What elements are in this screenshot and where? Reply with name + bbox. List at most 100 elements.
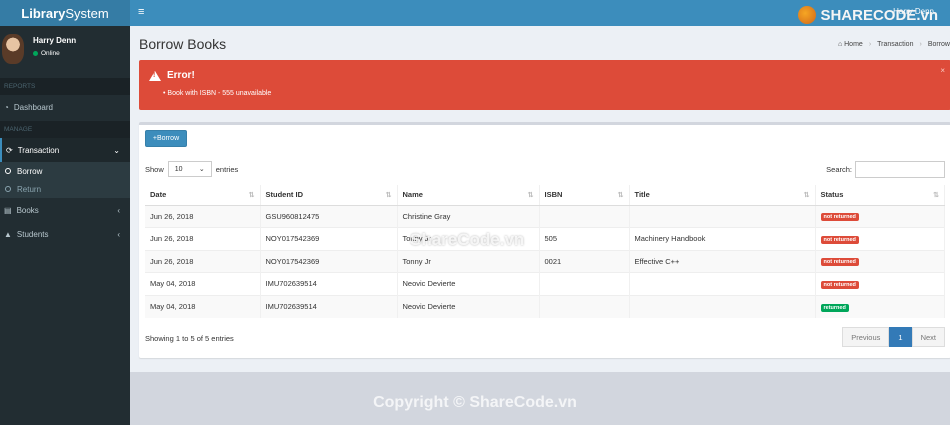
cell-status: not returned [815,204,945,228]
page-title: Borrow Books [139,36,227,52]
sidebar-item-transaction[interactable]: ⟳ Transaction ⌄ [0,138,130,162]
cell-status: not returned [815,249,945,273]
breadcrumb-home-label: Home [844,41,863,48]
sidebar-item-label: Borrow [17,166,43,176]
sort-icon: ⇅ [617,192,624,199]
column-header-title[interactable]: Title ⇅ [629,185,816,206]
breadcrumb-separator: › [868,41,872,48]
cell-title [629,272,816,295]
cell-date: Jun 26, 2018 [145,249,261,273]
breadcrumb-transaction[interactable]: Transaction [877,41,913,48]
chevron-down-icon: ⌄ [198,166,205,173]
transaction-submenu: Borrow Return [0,162,130,198]
entries-select[interactable]: 10 ⌄ [167,161,212,177]
table-row: May 04, 2018 IMU702639514 Neovic Deviert… [145,294,945,318]
graduation-cap-icon: ▲ [4,229,12,239]
entries-label: entries [215,164,239,174]
previous-page-button[interactable]: Previous [842,327,890,347]
cell-name: Christine Gray [397,204,540,228]
chevron-left-icon: ‹ [117,205,120,215]
column-label: Title [634,190,650,200]
table-row: May 04, 2018 IMU702639514 Neovic Deviert… [145,272,945,295]
cell-name: Tonny Jr [397,249,540,273]
sort-icon: ⇅ [933,192,939,199]
cell-student-id: IMU702639514 [260,272,398,295]
sidebar-item-books[interactable]: ▤ Books ‹ [0,198,130,222]
dashboard-icon: ◔ [4,102,9,112]
column-label: ISBN [544,190,563,200]
borrow-button[interactable]: +Borrow [145,130,187,147]
sidebar-item-borrow[interactable]: Borrow [0,162,130,180]
error-alert: Error! • Book with ISBN - 555 unavailabl… [139,60,950,110]
next-page-button[interactable]: Next [911,327,945,347]
cell-date: Jun 26, 2018 [145,227,261,250]
user-status-label: Online [41,50,60,57]
sidebar-item-label: Transaction [17,145,60,155]
cell-student-id: IMU702639514 [260,294,398,318]
cell-isbn [539,294,630,318]
column-header-student-id[interactable]: Student ID ⇅ [260,185,398,206]
menu-toggle-icon[interactable]: ≡ [138,6,144,18]
cell-name: Neovic Devierte [397,272,540,295]
app-logo[interactable]: Library System [0,0,130,26]
breadcrumb-separator: › [919,41,922,48]
breadcrumb-home[interactable]: ⌂ Home [838,41,863,48]
close-icon[interactable]: × [940,66,945,75]
cell-title: Effective C++ [629,249,816,273]
cell-isbn [539,272,630,295]
avatar [2,34,24,64]
breadcrumb-current: Borrow [927,41,950,48]
middle-watermark: ShareCode.vn [410,230,525,249]
alert-title: Error! [149,70,195,81]
content-wrapper: Borrow Books ⌂ Home › Transaction › Borr… [130,26,950,425]
entries-select-value: 10 [174,165,183,173]
book-icon: ▤ [4,205,12,215]
cell-isbn: 0021 [539,249,630,273]
cell-student-id: GSU960812475 [260,204,398,228]
alert-title-text: Error! [167,70,195,81]
cell-student-id: NOY017542369 [260,227,398,250]
sort-icon: ⇅ [803,192,810,199]
sidebar-item-label: Students [16,229,49,239]
page-1-button[interactable]: 1 [889,327,912,347]
logo-light: System [65,5,109,21]
search-label: Search: [826,165,852,174]
cell-name: Neovic Devierte [397,294,540,318]
sidebar: Harry Denn Online REPORTS ◔ Dashboard MA… [0,26,130,425]
online-dot-icon [33,51,38,56]
column-header-date[interactable]: Date ⇅ [145,185,261,206]
column-label: Student ID [265,190,304,200]
sharecode-watermark: SHARECODE.vn [798,6,938,24]
cell-status: not returned [815,227,945,250]
column-header-name[interactable]: Name ⇅ [397,185,540,206]
user-name: Harry Denn [33,36,77,45]
cell-date: May 04, 2018 [145,294,261,318]
status-badge: not returned [820,235,859,244]
cell-student-id: NOY017542369 [260,249,398,273]
sidebar-item-label: Dashboard [13,102,53,112]
cell-date: Jun 26, 2018 [145,204,261,228]
sort-icon: ⇅ [385,192,392,199]
cell-title [629,294,816,318]
column-header-status[interactable]: Status ⇅ [815,185,945,206]
status-badge: not returned [820,213,859,222]
sidebar-item-students[interactable]: ▲ Students ‹ [0,222,130,246]
copyright-watermark: Copyright © ShareCode.vn [373,394,577,411]
sidebar-item-label: Return [17,184,42,194]
column-label: Date [150,190,167,200]
chevron-down-icon: ⌄ [113,145,120,155]
cell-date: May 04, 2018 [145,272,261,295]
pagination: Previous 1 Next [842,327,945,347]
sidebar-item-dashboard[interactable]: ◔ Dashboard [0,95,130,119]
circle-icon [5,186,11,192]
status-badge: not returned [820,258,859,267]
table-row: Jun 26, 2018 NOY017542369 Tonny Jr 0021 … [145,249,945,273]
column-header-isbn[interactable]: ISBN ⇅ [539,185,630,206]
sidebar-item-return[interactable]: Return [0,180,130,198]
table-info: Showing 1 to 5 of 5 entries [145,334,234,343]
cell-isbn [539,204,630,228]
show-entries-control: Show 10 ⌄ entries [145,161,238,177]
search-input[interactable] [855,161,945,178]
sidebar-item-label: Books [16,205,39,215]
sort-icon: ⇅ [248,192,255,199]
